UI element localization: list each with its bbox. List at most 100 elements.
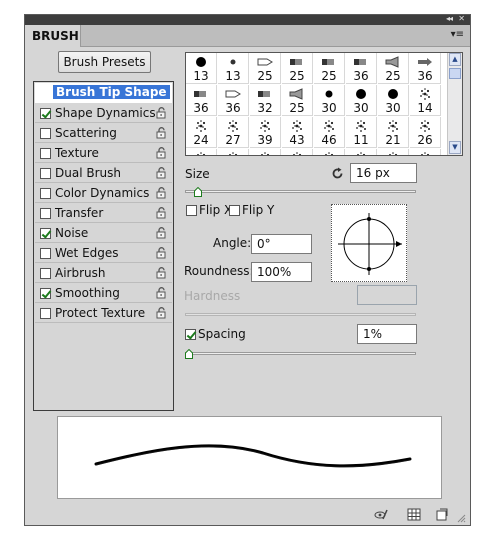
brush-tip[interactable]: 13 <box>218 53 249 84</box>
resize-grip-icon[interactable] <box>456 513 466 523</box>
spacing-checkbox[interactable] <box>185 329 196 340</box>
brush-presets-button[interactable]: Brush Presets <box>58 51 151 73</box>
option-dual-brush[interactable]: Dual Brush <box>35 163 172 183</box>
hardness-slider <box>185 313 416 316</box>
brush-tip[interactable]: 13 <box>186 53 217 84</box>
flip-x-checkbox[interactable] <box>186 205 197 216</box>
option-brush-tip-shape[interactable]: Brush Tip Shape <box>35 83 172 103</box>
brush-tip[interactable]: 24 <box>186 117 217 148</box>
brush-tip[interactable]: 25 <box>250 53 281 84</box>
brush-tip[interactable]: 32 <box>250 85 281 116</box>
brush-tip[interactable]: 25 <box>282 85 313 116</box>
brush-tip[interactable] <box>346 149 377 155</box>
brush-tip-size: 27 <box>225 133 241 147</box>
lock-icon[interactable] <box>156 287 167 299</box>
lock-icon[interactable] <box>156 207 167 219</box>
tab-brush[interactable]: BRUSH <box>25 25 81 47</box>
spacing-field[interactable]: 1% <box>357 324 417 344</box>
brush-tip[interactable] <box>186 149 217 155</box>
size-field[interactable]: 16 px <box>350 163 417 183</box>
spacing-slider[interactable] <box>185 352 416 355</box>
lock-icon[interactable] <box>156 227 167 239</box>
scroll-down-icon[interactable]: ▼ <box>449 141 461 154</box>
brush-tip[interactable]: 30 <box>314 85 345 116</box>
brush-tip[interactable] <box>378 149 409 155</box>
brush-tip[interactable]: 43 <box>282 117 313 148</box>
brush-tip[interactable]: 30 <box>346 85 377 116</box>
size-slider[interactable] <box>185 190 416 193</box>
option-wet-edges[interactable]: Wet Edges <box>35 243 172 263</box>
brush-tip[interactable] <box>250 149 281 155</box>
option-checkbox[interactable] <box>40 108 51 119</box>
spacing-slider-knob[interactable] <box>185 349 193 359</box>
option-protect-texture[interactable]: Protect Texture <box>35 303 172 323</box>
lock-icon[interactable] <box>156 187 167 199</box>
angle-roundness-widget[interactable] <box>331 204 407 282</box>
new-preset-icon[interactable] <box>435 508 449 521</box>
brush-tip[interactable] <box>314 149 345 155</box>
brush-tip[interactable] <box>410 149 441 155</box>
option-airbrush[interactable]: Airbrush <box>35 263 172 283</box>
option-checkbox[interactable] <box>40 208 51 219</box>
brush-tip[interactable]: 27 <box>218 117 249 148</box>
brush-tip-size: 36 <box>225 101 241 115</box>
option-checkbox[interactable] <box>40 168 51 179</box>
scroll-thumb[interactable] <box>449 68 461 79</box>
brush-tip[interactable]: 36 <box>186 85 217 116</box>
lock-icon[interactable] <box>156 127 167 139</box>
collapse-icon[interactable]: ◂◂ <box>446 14 453 23</box>
grid-icon[interactable] <box>407 508 421 521</box>
brush-tip[interactable]: 21 <box>378 117 409 148</box>
option-checkbox[interactable] <box>40 188 51 199</box>
option-checkbox[interactable] <box>40 128 51 139</box>
brush-tip[interactable]: 26 <box>410 117 441 148</box>
lock-icon[interactable] <box>156 167 167 179</box>
lock-icon[interactable] <box>156 247 167 259</box>
option-checkbox[interactable] <box>40 308 51 319</box>
brush-tip[interactable]: 25 <box>282 53 313 84</box>
eye-brush-icon[interactable] <box>374 508 388 521</box>
lock-icon[interactable] <box>156 147 167 159</box>
brush-tip[interactable]: 36 <box>218 85 249 116</box>
brush-tip[interactable]: 25 <box>378 53 409 84</box>
option-texture[interactable]: Texture <box>35 143 172 163</box>
lock-icon[interactable] <box>156 267 167 279</box>
brush-tip[interactable]: 36 <box>346 53 377 84</box>
brush-tip[interactable]: 36 <box>410 53 441 84</box>
flip-y-checkbox[interactable] <box>229 205 240 216</box>
brush-tip[interactable] <box>218 149 249 155</box>
option-smoothing[interactable]: Smoothing <box>35 283 172 303</box>
option-checkbox[interactable] <box>40 148 51 159</box>
close-icon[interactable]: ✕ <box>458 14 465 23</box>
option-checkbox[interactable] <box>40 288 51 299</box>
tip-grid-scrollbar[interactable]: ▲ ▼ <box>447 53 462 155</box>
roundness-field[interactable]: 100% <box>251 262 312 282</box>
option-scattering[interactable]: Scattering <box>35 123 172 143</box>
option-transfer[interactable]: Transfer <box>35 203 172 223</box>
lock-icon[interactable] <box>156 107 167 119</box>
brush-tip[interactable]: 14 <box>410 85 441 116</box>
brush-tip[interactable]: 25 <box>314 53 345 84</box>
brush-tip-grid[interactable]: 13 13 25 25 25 36 25 36 36 36 32 25 30 30 30 14 24 27 39 43… <box>185 52 463 156</box>
brush-tip[interactable]: 46 <box>314 117 345 148</box>
brush-tip[interactable]: 30 <box>378 85 409 116</box>
brush-tip[interactable]: 39 <box>250 117 281 148</box>
panel-menu-icon[interactable]: ▾≡ <box>451 29 464 40</box>
brush-tip-size: 25 <box>321 69 337 83</box>
brush-tip[interactable] <box>282 149 313 155</box>
option-color-dynamics[interactable]: Color Dynamics <box>35 183 172 203</box>
option-checkbox[interactable] <box>40 228 51 239</box>
reset-size-icon[interactable] <box>331 167 344 180</box>
option-checkbox[interactable] <box>40 248 51 259</box>
option-checkbox[interactable] <box>40 268 51 279</box>
panel-bottom-bar <box>25 505 470 525</box>
lock-icon[interactable] <box>156 307 167 319</box>
size-slider-knob[interactable] <box>193 187 202 197</box>
brush-tip-size: 26 <box>417 133 433 147</box>
brush-tip[interactable]: 11 <box>346 117 377 148</box>
option-noise[interactable]: Noise <box>35 223 172 243</box>
angle-field[interactable]: 0° <box>251 234 312 254</box>
option-shape-dynamics[interactable]: Shape Dynamics <box>35 103 172 123</box>
scroll-up-icon[interactable]: ▲ <box>449 53 461 66</box>
brush-tip-icon <box>346 55 376 69</box>
